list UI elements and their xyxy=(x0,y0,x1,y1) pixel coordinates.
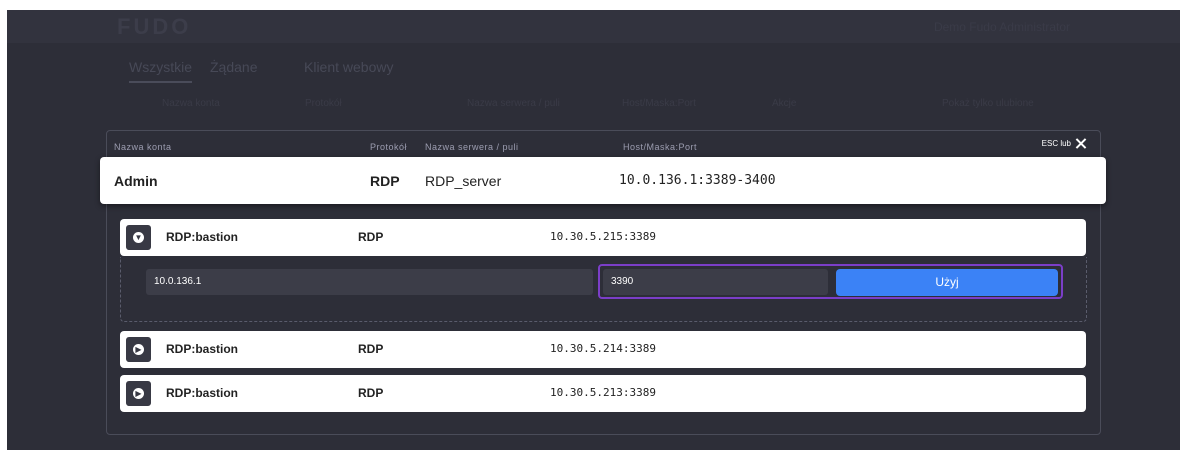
expand-toggle[interactable]: ▶ xyxy=(126,381,151,406)
filter-server[interactable]: Nazwa serwera / puli xyxy=(467,98,560,109)
tab-all[interactable]: Wszystkie xyxy=(129,59,192,83)
filter-host[interactable]: Host/Maska:Port xyxy=(622,98,696,109)
close-icon[interactable] xyxy=(1075,137,1087,149)
filter-bar: Nazwa konta Protokół Nazwa serwera / pul… xyxy=(7,94,1180,116)
user-menu[interactable]: Demo Fudo Administrator xyxy=(934,20,1070,34)
port-input[interactable]: 3390 xyxy=(603,269,828,295)
bastion-row[interactable]: ▶ RDP:bastion RDP 10.30.5.214:3389 xyxy=(120,331,1086,368)
tab-requested[interactable]: Żądane xyxy=(210,59,257,75)
use-button[interactable]: Użyj xyxy=(836,269,1058,296)
top-bar: FUDO Demo Fudo Administrator xyxy=(7,10,1180,43)
bastion-name: RDP:bastion xyxy=(166,230,238,244)
logo: FUDO xyxy=(117,14,192,39)
bastion-protocol: RDP xyxy=(358,386,384,400)
bastion-name: RDP:bastion xyxy=(166,342,238,356)
account-protocol: RDP xyxy=(370,173,400,189)
account-host: 10.0.136.1:3389-3400 xyxy=(619,173,776,188)
column-header-server: Nazwa serwera / puli xyxy=(425,142,519,152)
bastion-address: 10.30.5.213:3389 xyxy=(550,386,656,399)
esc-label: ESC lub xyxy=(1041,138,1071,148)
bastion-row[interactable]: ▶ RDP:bastion RDP 10.30.5.213:3389 xyxy=(120,375,1086,412)
chevron-right-circle-icon: ▶ xyxy=(133,344,144,355)
tab-web-client[interactable]: Klient webowy xyxy=(304,59,394,75)
filter-favorites[interactable]: Pokaż tylko ulubione xyxy=(942,98,1034,109)
chevron-down-circle-icon: ▼ xyxy=(133,232,144,243)
close-control[interactable]: ESC lub xyxy=(1042,137,1087,149)
expand-toggle[interactable]: ▼ xyxy=(126,225,151,250)
account-name: Admin xyxy=(114,173,158,189)
bastion-protocol: RDP xyxy=(358,342,384,356)
bastion-address: 10.30.5.215:3389 xyxy=(550,230,656,243)
chevron-right-circle-icon: ▶ xyxy=(133,388,144,399)
bastion-address: 10.30.5.214:3389 xyxy=(550,342,656,355)
expand-toggle[interactable]: ▶ xyxy=(126,337,151,362)
bastion-protocol: RDP xyxy=(358,230,384,244)
selected-account-row: Admin RDP RDP_server 10.0.136.1:3389-340… xyxy=(100,157,1106,204)
bastion-name: RDP:bastion xyxy=(166,386,238,400)
filter-account[interactable]: Nazwa konta xyxy=(162,98,220,109)
filter-protocol[interactable]: Protokół xyxy=(305,98,342,109)
filter-actions[interactable]: Akcje xyxy=(772,98,796,109)
column-header-host: Host/Maska:Port xyxy=(623,142,698,152)
bastion-row[interactable]: ▼ RDP:bastion RDP 10.30.5.215:3389 xyxy=(120,219,1086,256)
column-header-protocol: Protokół xyxy=(370,142,408,152)
account-server: RDP_server xyxy=(425,173,502,189)
column-header-account: Nazwa konta xyxy=(114,142,172,152)
host-input[interactable]: 10.0.136.1 xyxy=(146,269,593,295)
